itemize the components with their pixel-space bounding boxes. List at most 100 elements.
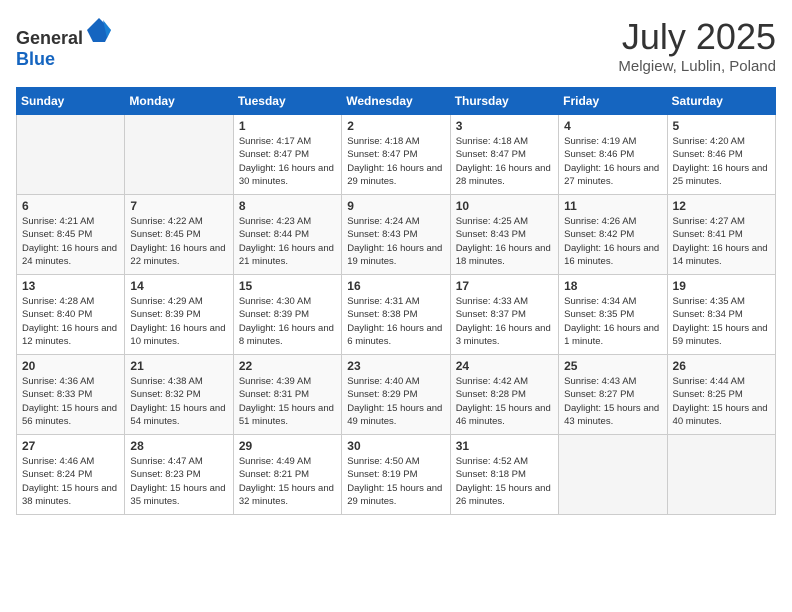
header-wednesday: Wednesday xyxy=(342,88,450,115)
title-block: July 2025 Melgiew, Lublin, Poland xyxy=(618,16,776,75)
day-number: 8 xyxy=(239,199,336,213)
logo-general: General xyxy=(16,28,83,48)
calendar-cell: 22 Sunrise: 4:39 AM Sunset: 8:31 PM Dayli… xyxy=(233,355,341,435)
day-number: 16 xyxy=(347,279,444,293)
header-friday: Friday xyxy=(559,88,667,115)
day-number: 11 xyxy=(564,199,661,213)
header-thursday: Thursday xyxy=(450,88,558,115)
day-info: Sunrise: 4:43 AM Sunset: 8:27 PM Dayligh… xyxy=(564,375,661,428)
day-info: Sunrise: 4:23 AM Sunset: 8:44 PM Dayligh… xyxy=(239,215,336,268)
day-info: Sunrise: 4:42 AM Sunset: 8:28 PM Dayligh… xyxy=(456,375,553,428)
day-number: 22 xyxy=(239,359,336,373)
calendar-week-1: 1 Sunrise: 4:17 AM Sunset: 8:47 PM Daylig… xyxy=(17,115,776,195)
day-info: Sunrise: 4:39 AM Sunset: 8:31 PM Dayligh… xyxy=(239,375,336,428)
day-info: Sunrise: 4:19 AM Sunset: 8:46 PM Dayligh… xyxy=(564,135,661,188)
day-number: 6 xyxy=(22,199,119,213)
calendar-cell: 8 Sunrise: 4:23 AM Sunset: 8:44 PM Daylig… xyxy=(233,195,341,275)
calendar-cell: 10Sunrise: 4:25 AM Sunset: 8:43 PM Dayli… xyxy=(450,195,558,275)
day-info: Sunrise: 4:18 AM Sunset: 8:47 PM Dayligh… xyxy=(347,135,444,188)
day-number: 14 xyxy=(130,279,227,293)
day-info: Sunrise: 4:36 AM Sunset: 8:33 PM Dayligh… xyxy=(22,375,119,428)
day-number: 23 xyxy=(347,359,444,373)
calendar-cell: 2 Sunrise: 4:18 AM Sunset: 8:47 PM Daylig… xyxy=(342,115,450,195)
calendar-cell: 18Sunrise: 4:34 AM Sunset: 8:35 PM Dayli… xyxy=(559,275,667,355)
calendar-cell: 13Sunrise: 4:28 AM Sunset: 8:40 PM Dayli… xyxy=(17,275,125,355)
calendar-week-2: 6 Sunrise: 4:21 AM Sunset: 8:45 PM Daylig… xyxy=(17,195,776,275)
calendar-cell: 12 Sunrise: 4:27 AM Sunset: 8:41 PM Dayli… xyxy=(667,195,775,275)
calendar-cell: 17 Sunrise: 4:33 AM Sunset: 8:37 PM Dayli… xyxy=(450,275,558,355)
calendar-cell: 3 Sunrise: 4:18 AM Sunset: 8:47 PM Daylig… xyxy=(450,115,558,195)
day-info: Sunrise: 4:31 AM Sunset: 8:38 PM Dayligh… xyxy=(347,295,444,348)
day-info: Sunrise: 4:46 AM Sunset: 8:24 PM Dayligh… xyxy=(22,455,119,508)
day-number: 2 xyxy=(347,119,444,133)
calendar-cell: 1 Sunrise: 4:17 AM Sunset: 8:47 PM Daylig… xyxy=(233,115,341,195)
day-info: Sunrise: 4:18 AM Sunset: 8:47 PM Dayligh… xyxy=(456,135,553,188)
calendar-cell xyxy=(667,435,775,515)
calendar-cell xyxy=(559,435,667,515)
day-info: Sunrise: 4:24 AM Sunset: 8:43 PM Dayligh… xyxy=(347,215,444,268)
day-info: Sunrise: 4:25 AM Sunset: 8:43 PM Dayligh… xyxy=(456,215,553,268)
day-number: 9 xyxy=(347,199,444,213)
day-number: 26 xyxy=(673,359,770,373)
day-info: Sunrise: 4:40 AM Sunset: 8:29 PM Dayligh… xyxy=(347,375,444,428)
calendar-cell: 28 Sunrise: 4:47 AM Sunset: 8:23 PM Dayli… xyxy=(125,435,233,515)
calendar-cell: 20 Sunrise: 4:36 AM Sunset: 8:33 PM Dayli… xyxy=(17,355,125,435)
calendar-cell: 27 Sunrise: 4:46 AM Sunset: 8:24 PM Dayli… xyxy=(17,435,125,515)
header-monday: Monday xyxy=(125,88,233,115)
day-number: 5 xyxy=(673,119,770,133)
calendar-cell: 7 Sunrise: 4:22 AM Sunset: 8:45 PM Daylig… xyxy=(125,195,233,275)
calendar-cell: 4Sunrise: 4:19 AM Sunset: 8:46 PM Daylig… xyxy=(559,115,667,195)
day-number: 24 xyxy=(456,359,553,373)
logo: General Blue xyxy=(16,16,113,70)
calendar-cell: 24 Sunrise: 4:42 AM Sunset: 8:28 PM Dayli… xyxy=(450,355,558,435)
day-number: 1 xyxy=(239,119,336,133)
day-number: 25 xyxy=(564,359,661,373)
month-year: July 2025 xyxy=(618,16,776,58)
day-number: 28 xyxy=(130,439,227,453)
day-info: Sunrise: 4:17 AM Sunset: 8:47 PM Dayligh… xyxy=(239,135,336,188)
logo-blue: Blue xyxy=(16,49,55,69)
calendar-cell: 25 Sunrise: 4:43 AM Sunset: 8:27 PM Dayli… xyxy=(559,355,667,435)
day-info: Sunrise: 4:29 AM Sunset: 8:39 PM Dayligh… xyxy=(130,295,227,348)
calendar-cell: 9 Sunrise: 4:24 AM Sunset: 8:43 PM Daylig… xyxy=(342,195,450,275)
calendar-cell: 21 Sunrise: 4:38 AM Sunset: 8:32 PM Dayli… xyxy=(125,355,233,435)
header-tuesday: Tuesday xyxy=(233,88,341,115)
day-number: 15 xyxy=(239,279,336,293)
day-info: Sunrise: 4:30 AM Sunset: 8:39 PM Dayligh… xyxy=(239,295,336,348)
day-number: 3 xyxy=(456,119,553,133)
day-number: 17 xyxy=(456,279,553,293)
day-number: 20 xyxy=(22,359,119,373)
day-number: 12 xyxy=(673,199,770,213)
day-info: Sunrise: 4:22 AM Sunset: 8:45 PM Dayligh… xyxy=(130,215,227,268)
day-number: 13 xyxy=(22,279,119,293)
day-info: Sunrise: 4:35 AM Sunset: 8:34 PM Dayligh… xyxy=(673,295,770,348)
calendar-cell: 5Sunrise: 4:20 AM Sunset: 8:46 PM Daylig… xyxy=(667,115,775,195)
calendar-header-row: SundayMondayTuesdayWednesdayThursdayFrid… xyxy=(17,88,776,115)
day-info: Sunrise: 4:38 AM Sunset: 8:32 PM Dayligh… xyxy=(130,375,227,428)
day-number: 18 xyxy=(564,279,661,293)
day-number: 21 xyxy=(130,359,227,373)
calendar-cell xyxy=(125,115,233,195)
calendar-cell: 19Sunrise: 4:35 AM Sunset: 8:34 PM Dayli… xyxy=(667,275,775,355)
calendar-week-4: 20 Sunrise: 4:36 AM Sunset: 8:33 PM Dayli… xyxy=(17,355,776,435)
day-number: 30 xyxy=(347,439,444,453)
day-info: Sunrise: 4:27 AM Sunset: 8:41 PM Dayligh… xyxy=(673,215,770,268)
calendar-cell: 6 Sunrise: 4:21 AM Sunset: 8:45 PM Daylig… xyxy=(17,195,125,275)
day-number: 29 xyxy=(239,439,336,453)
location: Melgiew, Lublin, Poland xyxy=(618,58,776,75)
header-saturday: Saturday xyxy=(667,88,775,115)
page-header: General Blue July 2025 Melgiew, Lublin, … xyxy=(16,16,776,75)
day-number: 7 xyxy=(130,199,227,213)
day-number: 27 xyxy=(22,439,119,453)
calendar-cell: 26Sunrise: 4:44 AM Sunset: 8:25 PM Dayli… xyxy=(667,355,775,435)
calendar-week-5: 27 Sunrise: 4:46 AM Sunset: 8:24 PM Dayli… xyxy=(17,435,776,515)
day-info: Sunrise: 4:47 AM Sunset: 8:23 PM Dayligh… xyxy=(130,455,227,508)
calendar-cell: 29Sunrise: 4:49 AM Sunset: 8:21 PM Dayli… xyxy=(233,435,341,515)
calendar-cell: 15 Sunrise: 4:30 AM Sunset: 8:39 PM Dayli… xyxy=(233,275,341,355)
day-info: Sunrise: 4:50 AM Sunset: 8:19 PM Dayligh… xyxy=(347,455,444,508)
day-info: Sunrise: 4:33 AM Sunset: 8:37 PM Dayligh… xyxy=(456,295,553,348)
day-number: 31 xyxy=(456,439,553,453)
day-info: Sunrise: 4:21 AM Sunset: 8:45 PM Dayligh… xyxy=(22,215,119,268)
calendar-cell xyxy=(17,115,125,195)
calendar-cell: 30 Sunrise: 4:50 AM Sunset: 8:19 PM Dayli… xyxy=(342,435,450,515)
